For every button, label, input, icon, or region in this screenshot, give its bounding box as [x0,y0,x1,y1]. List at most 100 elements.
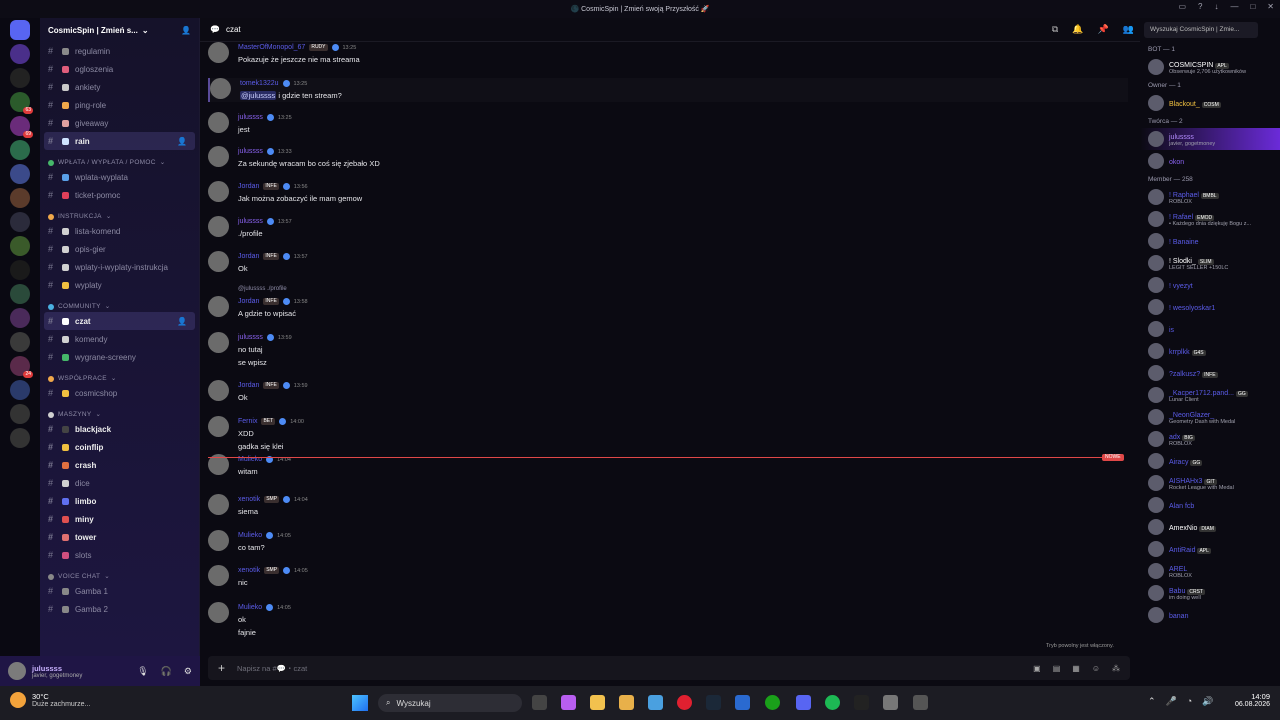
gear-icon[interactable]: ⚙ [184,666,192,677]
channel-item[interactable]: # crash [40,456,199,474]
message-author[interactable]: julussss [238,114,263,121]
member-item[interactable]: ! vyezyt [1140,274,1280,296]
message[interactable]: Mulieko 14:05 ok fajnie [208,602,1128,639]
xbox-icon[interactable] [765,695,780,710]
server-icon[interactable] [10,284,30,304]
avatar[interactable] [208,42,229,63]
message[interactable]: xenotik SMP 14:05 nic [208,565,1128,589]
wifi-icon[interactable]: ◔ [1187,696,1192,707]
server-icon[interactable] [10,428,30,448]
copilot-icon[interactable] [561,695,576,710]
message-author[interactable]: julussss [238,148,263,155]
server-icon[interactable] [10,308,30,328]
sticker-icon[interactable]: ▦ [1072,664,1080,673]
member-item[interactable]: julussss javier, gogetmoney [1140,128,1280,150]
download-icon[interactable]: ↓ [1214,2,1218,11]
avatar[interactable] [8,662,26,680]
channel-item[interactable]: # czat 👤 [44,312,195,330]
photos-icon[interactable] [648,695,663,710]
message[interactable]: Mulieko 14:05 co tam? [208,530,1128,554]
server-icon[interactable] [10,404,30,424]
store-icon[interactable] [619,695,634,710]
gift-icon[interactable]: ▣ [1033,664,1041,673]
channel-item[interactable]: # rain 👤 [44,132,195,150]
user-mention[interactable]: @julussss [240,91,277,100]
message[interactable]: @julussss ./profile Jordan INFE 13:58 A gdzi… [208,286,1128,320]
channel-item[interactable]: # lista-komend [40,222,199,240]
message-author[interactable]: Jordan [238,298,259,305]
server-icon[interactable] [10,332,30,352]
avatar[interactable] [208,530,229,551]
avatar[interactable] [208,494,229,515]
message[interactable]: Jordan INFE 13:59 Ok [208,380,1128,404]
app-icon[interactable] [913,695,928,710]
channel-category[interactable]: MASZYNY ⌄ [40,402,199,420]
avatar[interactable] [208,216,229,237]
guild-header[interactable]: CosmicSpin | Zmień s... ⌄ 👤 [40,18,199,42]
channel-item[interactable]: # slots [40,546,199,564]
channel-item[interactable]: # blackjack [40,420,199,438]
members-icon[interactable]: 👥 [1123,24,1134,35]
message[interactable]: Jordan INFE 13:57 Ok [208,251,1128,275]
member-item[interactable]: Babu CRST im doing well [1140,582,1280,604]
mail-icon[interactable] [735,695,750,710]
message-author[interactable]: Fernix [238,418,257,425]
message[interactable]: Jordan INFE 13:56 Jak można zobaczyć ile ma… [208,181,1128,205]
channel-item[interactable]: # opis-gier [40,240,199,258]
channel-item[interactable]: # limbo [40,492,199,510]
channel-item[interactable]: # wyplaty [40,276,199,294]
composer-placeholder[interactable]: Napisz na #💬・czat [237,663,307,674]
member-item[interactable]: banan [1140,604,1280,626]
message-author[interactable]: Jordan [238,382,259,389]
channel-item[interactable]: # regulamin [40,42,199,60]
message[interactable]: xenotik SMP 14:04 siema [208,494,1128,518]
channel-item[interactable]: # dice [40,474,199,492]
taskbar-search[interactable]: ⌕ Wyszukaj [378,694,522,712]
maximize-button[interactable]: □ [1250,2,1255,11]
server-icon[interactable] [10,260,30,280]
opera-icon[interactable] [677,695,692,710]
message-author[interactable]: Jordan [238,253,259,260]
message-author[interactable]: Mulieko [238,604,262,611]
channel-category[interactable]: INSTRUKCJA ⌄ [40,204,199,222]
avatar[interactable] [208,146,229,167]
close-button[interactable]: ✕ [1267,2,1274,11]
pin-icon[interactable]: 📌 [1098,24,1109,35]
emoji-icon[interactable]: ☺ [1092,664,1100,673]
channel-item[interactable]: # komendy [40,330,199,348]
channel-item[interactable]: # ticket-pomoc [40,186,199,204]
server-icon[interactable] [10,188,30,208]
message[interactable]: Fernix BET 14:00 XDD gadka się klei [208,416,1128,453]
channel-item[interactable]: # coinflip [40,438,199,456]
avatar[interactable] [208,565,229,586]
member-item[interactable]: okon [1140,150,1280,172]
server-icon[interactable]: 24 [10,356,33,378]
channel-item[interactable]: # wplaty-i-wyplaty-instrukcja [40,258,199,276]
channel-category[interactable]: WPŁATA / WYPŁATA / POMOC ⌄ [40,150,199,168]
member-item[interactable]: Airacy GG [1140,450,1280,472]
channel-category[interactable]: VOICE CHAT ⌄ [40,564,199,582]
channel-item[interactable]: # tower [40,528,199,546]
member-item[interactable]: AntiRaid APL [1140,538,1280,560]
avatar[interactable] [208,416,229,437]
plus-icon[interactable]: + [218,661,225,675]
member-item[interactable]: AREL ROBLOX [1140,560,1280,582]
avatar[interactable] [210,78,231,99]
server-icon[interactable] [10,140,30,160]
channel-item[interactable]: # ogloszenia [40,60,199,78]
avatar[interactable] [208,296,229,317]
channel-item[interactable]: # Gamba 2 [40,600,199,618]
gif-icon[interactable]: ▤ [1053,664,1061,673]
member-item[interactable]: is [1140,318,1280,340]
channel-item[interactable]: # ankiety [40,78,199,96]
channel-item[interactable]: # ping-role [40,96,199,114]
mic-tray-icon[interactable]: 🎤 [1166,696,1177,707]
message[interactable]: MasterOfMonopol_67 RUDY 13:25 Pokazuje że j… [208,42,1128,66]
server-icon[interactable]: 69 [10,116,33,138]
server-icon[interactable] [10,68,30,88]
task-view-icon[interactable] [532,695,547,710]
message-author[interactable]: xenotik [238,496,260,503]
avatar[interactable] [208,332,229,353]
avatar[interactable] [208,602,229,623]
channel-item[interactable]: # miny [40,510,199,528]
